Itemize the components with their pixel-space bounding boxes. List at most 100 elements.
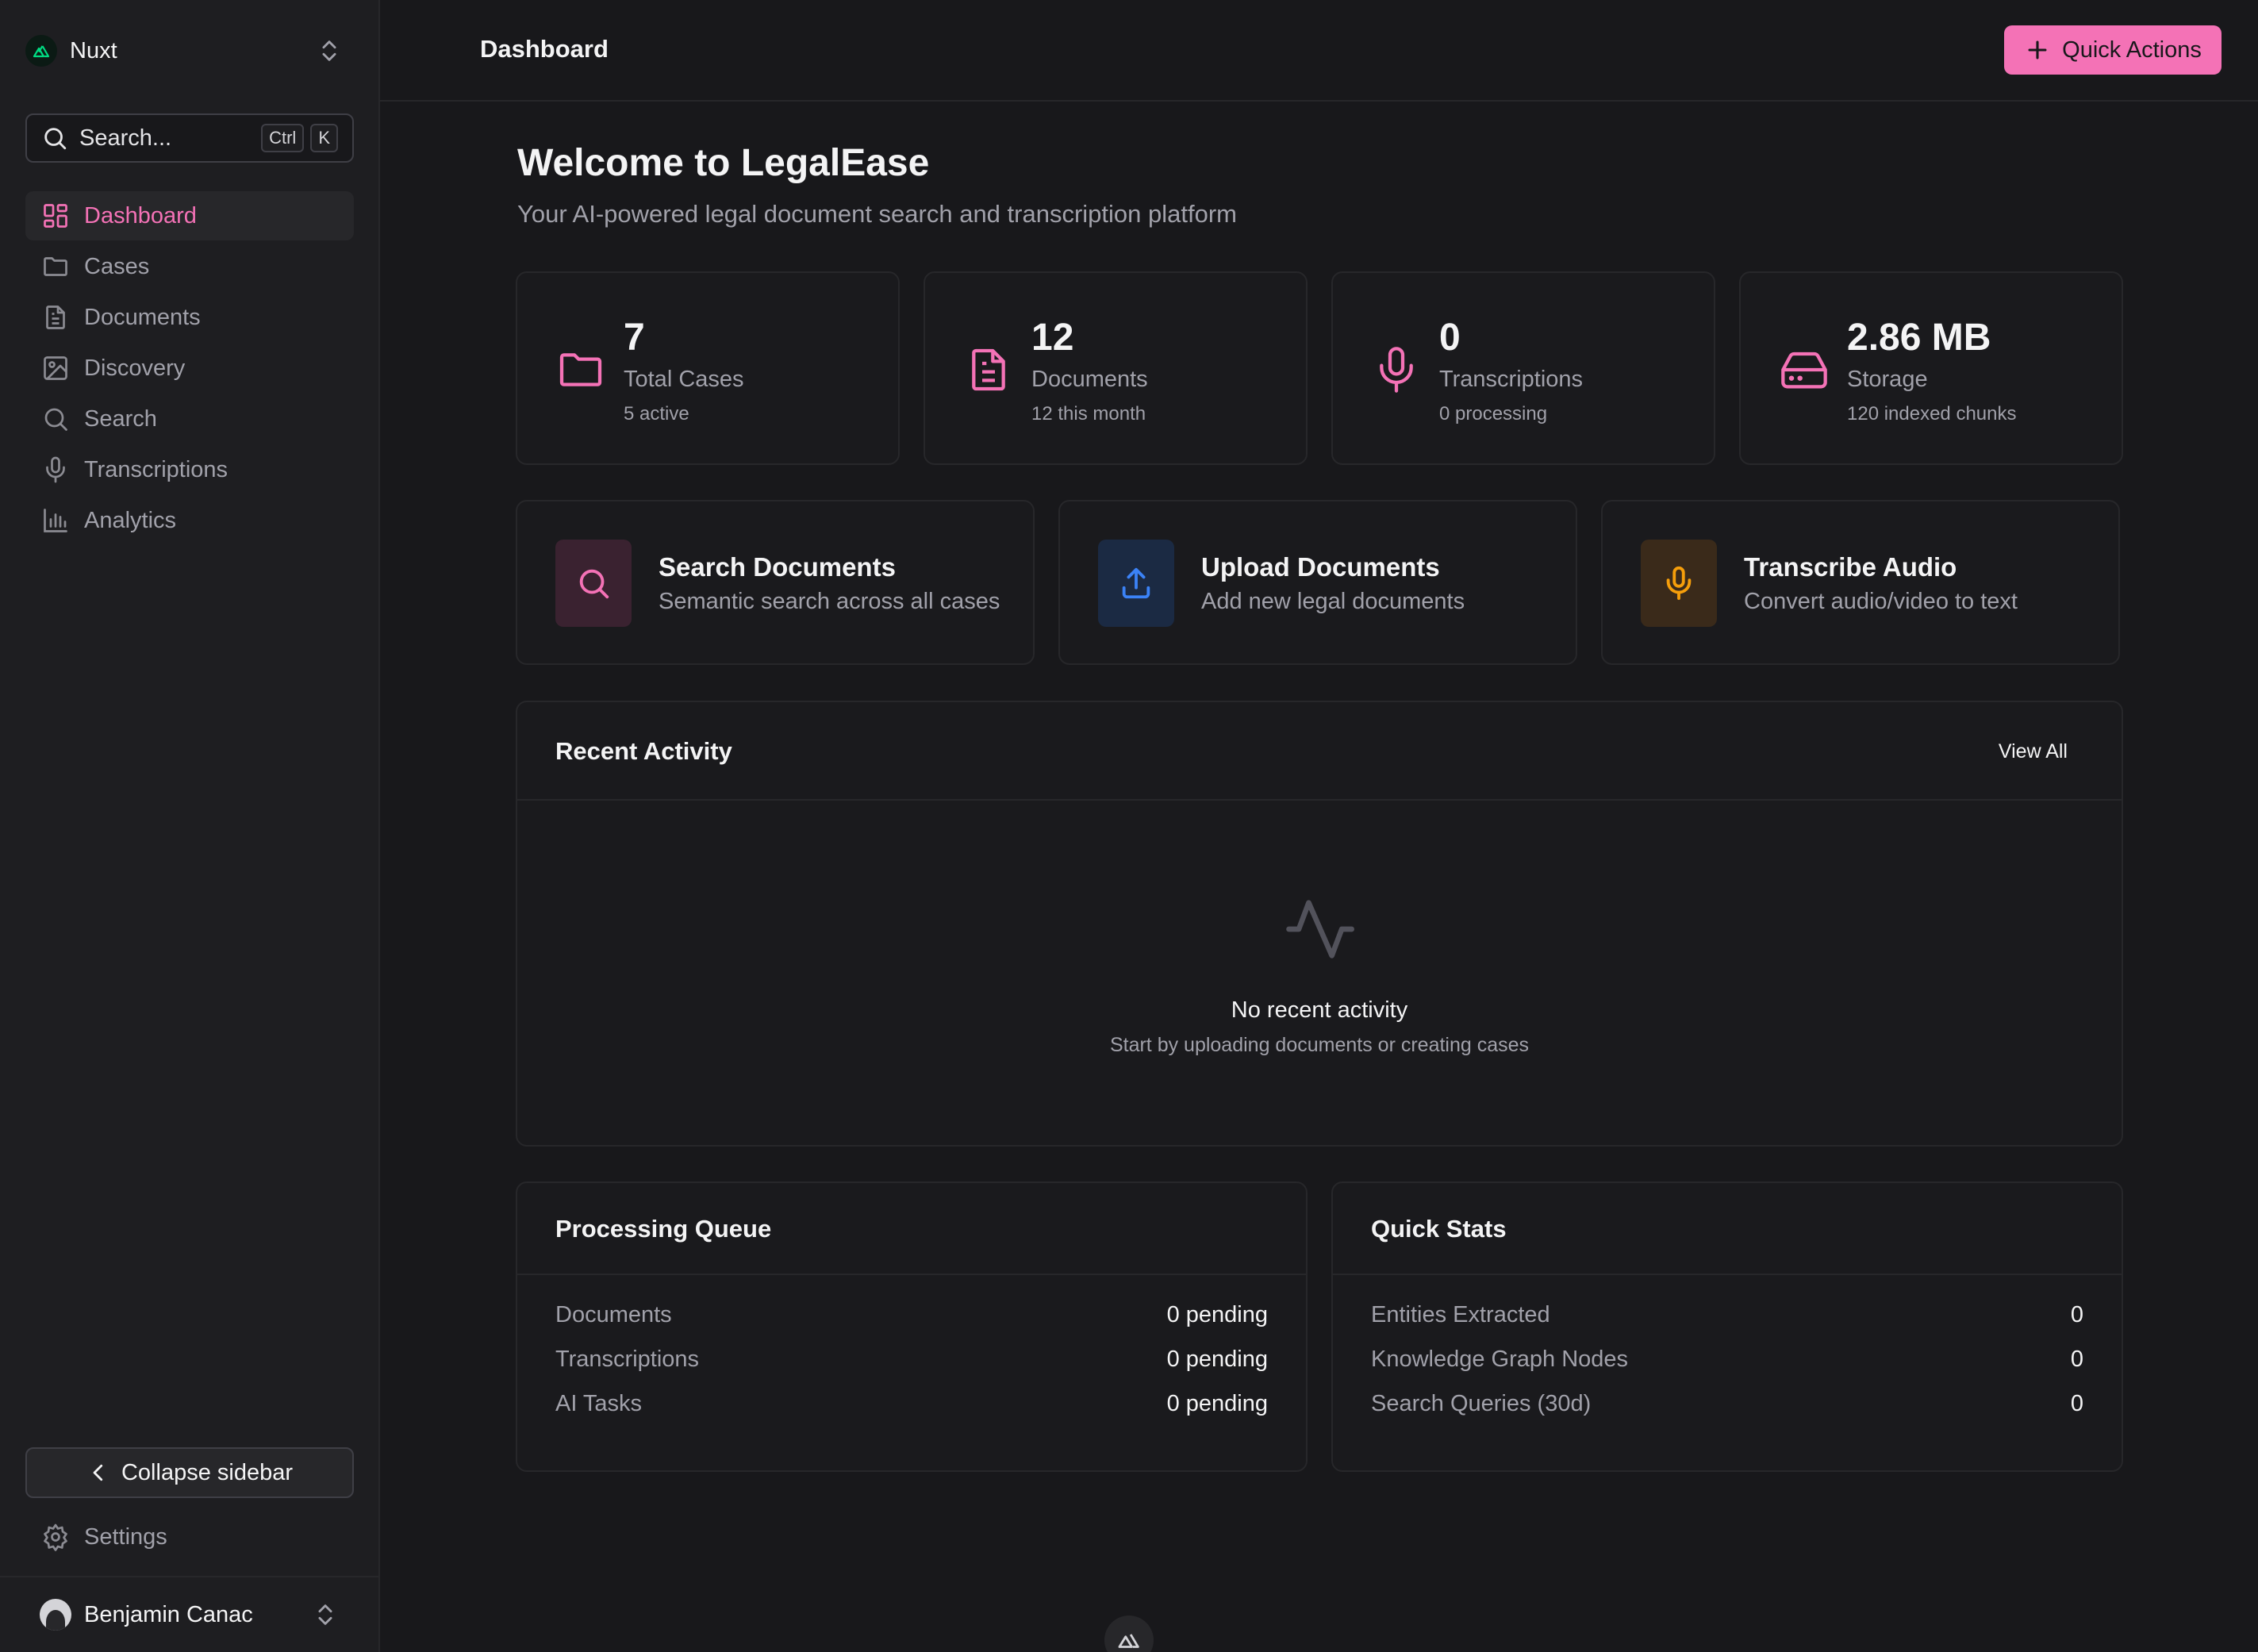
list-item: Search Queries (30d) 0 <box>1371 1391 2083 1435</box>
action-subtitle: Semantic search across all cases <box>659 589 1000 614</box>
sidebar-item-label: Transcriptions <box>84 456 228 482</box>
stat-value: 12 <box>1031 317 1074 359</box>
panel-header: Recent Activity View All <box>517 702 2122 801</box>
row-value: 0 <box>2070 1391 2083 1416</box>
search-placeholder: Search... <box>79 125 172 151</box>
page-title: Dashboard <box>480 35 609 63</box>
stat-subtext: 5 active <box>624 403 689 425</box>
quick-actions-button[interactable]: Quick Actions <box>2004 25 2222 75</box>
action-title: Transcribe Audio <box>1744 552 1957 582</box>
sidebar-search-button[interactable]: Search... Ctrl K <box>25 113 354 163</box>
collapse-sidebar-label: Collapse sidebar <box>121 1459 293 1485</box>
sidebar-item-label: Analytics <box>84 507 177 533</box>
stat-label: Total Cases <box>624 367 744 392</box>
panel-header: Processing Queue <box>517 1183 1306 1275</box>
list-item: AI Tasks 0 pending <box>555 1391 1268 1435</box>
quick-stats-panel: Quick Stats Entities Extracted 0 Knowled… <box>1331 1181 2123 1472</box>
row-label: AI Tasks <box>555 1391 643 1416</box>
bar-chart-icon <box>41 506 70 535</box>
sidebar-item-dashboard[interactable]: Dashboard <box>25 191 354 240</box>
chevron-left-icon <box>86 1461 110 1485</box>
recent-activity-panel: Recent Activity View All No recent activ… <box>516 701 2123 1147</box>
stat-card-storage[interactable]: 2.86 MB Storage 120 indexed chunks <box>1739 271 2123 465</box>
stat-subtext: 12 this month <box>1031 403 1146 425</box>
search-documents-card[interactable]: Search Documents Semantic search across … <box>516 500 1035 665</box>
team-switcher[interactable]: Nuxt <box>25 29 343 73</box>
search-icon <box>555 540 632 627</box>
row-label: Search Queries (30d) <box>1371 1391 1592 1416</box>
sidebar-item-label: Discovery <box>84 355 186 381</box>
list-item: Entities Extracted 0 <box>1371 1302 2083 1347</box>
file-text-icon <box>963 344 1014 395</box>
panel-header: Quick Stats <box>1333 1183 2122 1275</box>
sidebar-item-label: Documents <box>84 304 201 330</box>
sidebar-item-label: Cases <box>84 253 150 279</box>
stat-label: Documents <box>1031 367 1148 392</box>
sidebar-item-discovery[interactable]: Discovery <box>25 344 354 393</box>
sidebar-item-transcriptions[interactable]: Transcriptions <box>25 445 354 494</box>
kbd-k: K <box>310 124 338 152</box>
plus-icon <box>2024 36 2051 63</box>
image-icon <box>41 354 70 382</box>
chevrons-up-down-icon <box>316 37 343 64</box>
transcribe-audio-card[interactable]: Transcribe Audio Convert audio/video to … <box>1601 500 2120 665</box>
stat-value: 7 <box>624 317 645 359</box>
welcome-subtitle: Your AI-powered legal document search an… <box>517 200 1237 228</box>
hard-drive-icon <box>1779 344 1830 395</box>
collapse-sidebar-button[interactable]: Collapse sidebar <box>25 1447 354 1498</box>
row-label: Knowledge Graph Nodes <box>1371 1347 1629 1372</box>
sidebar-item-documents[interactable]: Documents <box>25 293 354 342</box>
chevrons-up-down-icon <box>312 1601 339 1628</box>
quick-actions-label: Quick Actions <box>2062 36 2202 63</box>
row-value: 0 <box>2070 1302 2083 1327</box>
empty-state-title: No recent activity <box>1231 997 1408 1023</box>
avatar <box>40 1599 71 1631</box>
panel-title: Processing Queue <box>555 1215 772 1243</box>
layout-grid-icon <box>41 202 70 230</box>
row-label: Transcriptions <box>555 1347 700 1372</box>
sidebar-item-analytics[interactable]: Analytics <box>25 496 354 545</box>
microphone-icon <box>41 455 70 484</box>
action-title: Search Documents <box>659 552 896 582</box>
nuxt-logo-icon <box>25 35 57 67</box>
microphone-icon <box>1641 540 1717 627</box>
stat-value: 0 <box>1439 317 1461 359</box>
stat-value: 2.86 MB <box>1847 317 1991 359</box>
top-header: Dashboard Quick Actions <box>380 0 2258 102</box>
row-value: 0 pending <box>1166 1391 1268 1416</box>
processing-queue-panel: Processing Queue Documents 0 pending Tra… <box>516 1181 1308 1472</box>
brand-name: Nuxt <box>70 37 117 63</box>
stat-subtext: 120 indexed chunks <box>1847 403 2017 425</box>
panel-title: Recent Activity <box>555 737 732 765</box>
gear-icon <box>41 1523 70 1551</box>
sidebar: Nuxt Search... Ctrl K Dashboard Cases Do… <box>0 0 380 1652</box>
folder-icon <box>41 252 70 281</box>
row-value: 0 pending <box>1166 1347 1268 1372</box>
upload-documents-card[interactable]: Upload Documents Add new legal documents <box>1058 500 1577 665</box>
user-menu[interactable]: Benjamin Canac <box>0 1576 378 1652</box>
row-label: Entities Extracted <box>1371 1302 1550 1327</box>
file-text-icon <box>41 303 70 332</box>
list-item: Documents 0 pending <box>555 1302 1268 1347</box>
panel-title: Quick Stats <box>1371 1215 1507 1243</box>
folder-icon <box>555 344 606 395</box>
stat-card-transcriptions[interactable]: 0 Transcriptions 0 processing <box>1331 271 1715 465</box>
action-title: Upload Documents <box>1201 552 1440 582</box>
nuxt-devtools-icon[interactable] <box>1104 1616 1154 1652</box>
stat-card-cases[interactable]: 7 Total Cases 5 active <box>516 271 900 465</box>
view-all-button[interactable]: View All <box>1999 740 2068 763</box>
sidebar-item-search[interactable]: Search <box>25 394 354 444</box>
list-item: Knowledge Graph Nodes 0 <box>1371 1347 2083 1391</box>
sidebar-item-label: Search <box>84 405 157 432</box>
list-item: Transcriptions 0 pending <box>555 1347 1268 1391</box>
welcome-title: Welcome to LegalEase <box>517 142 930 184</box>
row-value: 0 <box>2070 1347 2083 1372</box>
sidebar-item-cases[interactable]: Cases <box>25 242 354 291</box>
upload-icon <box>1098 540 1174 627</box>
search-icon <box>41 125 68 152</box>
stats-list: Entities Extracted 0 Knowledge Graph Nod… <box>1371 1302 2083 1435</box>
empty-state-subtitle: Start by uploading documents or creating… <box>1109 1034 1530 1056</box>
sidebar-item-settings[interactable]: Settings <box>41 1517 167 1557</box>
action-subtitle: Add new legal documents <box>1201 589 1465 614</box>
stat-card-documents[interactable]: 12 Documents 12 this month <box>924 271 1308 465</box>
